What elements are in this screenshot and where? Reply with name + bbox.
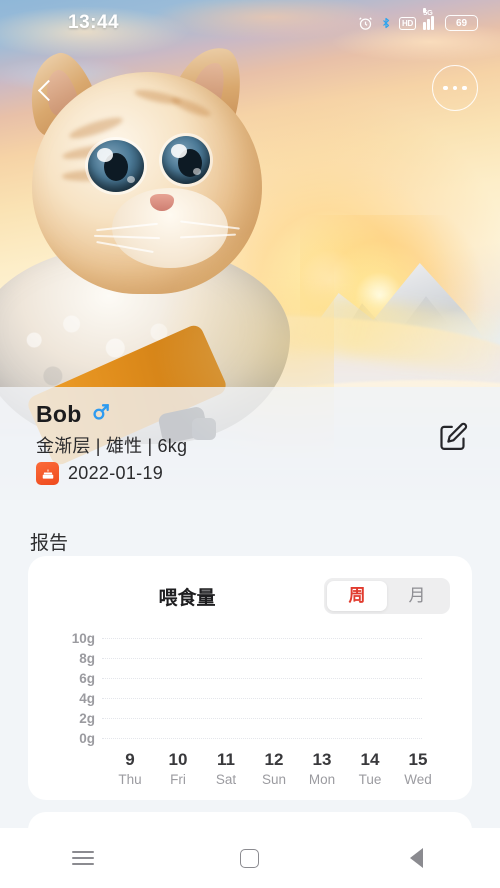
hd-voice-icon: HD	[398, 16, 417, 30]
male-gender-icon	[91, 402, 111, 427]
bluetooth-icon	[380, 15, 392, 31]
recents-button[interactable]	[53, 836, 113, 880]
report-section-title: 报告	[30, 533, 69, 554]
pet-meta: 金渐层 | 雄性 | 6kg	[36, 436, 188, 456]
pet-name: Bob	[36, 401, 82, 427]
dot-icon	[443, 85, 448, 91]
x-tick-weekday: Tue	[358, 772, 382, 787]
cat-eye-right	[162, 136, 210, 184]
gridline	[102, 738, 422, 739]
gridline	[102, 718, 422, 719]
gridline	[102, 678, 422, 679]
y-axis-label: 0g	[79, 731, 95, 746]
back-icon	[410, 848, 424, 868]
dot-icon	[452, 85, 458, 91]
y-axis-label: 10g	[71, 631, 95, 646]
x-axis-tick[interactable]: 11 Sat	[202, 750, 250, 787]
x-axis-tick[interactable]: 15 Wed	[394, 750, 442, 787]
chevron-left-icon	[37, 79, 60, 101]
x-tick-date: 11	[217, 750, 235, 769]
home-icon	[240, 848, 260, 868]
battery-icon: 69	[445, 15, 478, 31]
x-tick-date: 9	[125, 750, 135, 769]
x-tick-weekday: Sun	[261, 772, 287, 787]
dot-icon	[462, 85, 467, 91]
x-tick-weekday: Thu	[118, 772, 142, 787]
pet-name-row: Bob	[36, 401, 478, 428]
back-button[interactable]	[24, 68, 68, 112]
alarm-icon	[358, 16, 373, 31]
feeding-amount-chart: 10g 8g 6g 4g 2g 0g 9 Thu 10 Fri 11 Sat 1…	[28, 630, 472, 787]
edit-pencil-icon	[436, 420, 469, 458]
x-axis-tick[interactable]: 14 Tue	[346, 750, 394, 787]
x-tick-date: 15	[408, 750, 428, 769]
cat-eye-left	[88, 140, 144, 192]
pet-birthday-date: 2022-01-19	[68, 463, 164, 483]
phone-screen: 13:44 HD 5G 69 Bob 金渐层 | 雄性 | 6kg 2022-0…	[0, 0, 500, 888]
x-axis-tick[interactable]: 10 Fri	[154, 750, 202, 787]
x-tick-weekday: Sat	[215, 772, 237, 787]
card-header: 喂食量 周 月	[28, 556, 472, 614]
y-axis-label: 2g	[79, 711, 95, 726]
range-option-month[interactable]: 月	[387, 581, 447, 611]
status-time: 13:44	[68, 12, 120, 33]
feeding-amount-card: 喂食量 周 月 10g 8g 6g 4g 2g 0g 9 Thu 10 Fri …	[28, 556, 472, 800]
pet-birthday-row: 2022-01-19	[36, 462, 478, 485]
top-navigation	[0, 62, 500, 118]
x-tick-weekday: Wed	[404, 772, 432, 787]
range-toggle: 周 月	[323, 578, 450, 614]
birthday-cake-icon	[36, 462, 59, 485]
x-axis-tick[interactable]: 9 Thu	[106, 750, 154, 787]
y-axis-label: 6g	[79, 671, 95, 686]
x-tick-date: 14	[360, 750, 380, 769]
gridline	[102, 638, 422, 639]
gridline	[102, 658, 422, 659]
home-button[interactable]	[220, 836, 280, 880]
y-axis-label: 8g	[79, 651, 95, 666]
x-tick-date: 10	[168, 750, 188, 769]
pet-info-panel: Bob 金渐层 | 雄性 | 6kg 2022-01-19	[0, 387, 500, 500]
signal-icon: 5G	[423, 8, 438, 30]
x-tick-date: 12	[264, 750, 284, 769]
x-tick-date: 13	[312, 750, 332, 769]
system-navigation-bar	[0, 828, 500, 888]
x-axis: 9 Thu 10 Fri 11 Sat 12 Sun 13 Mon 14 Tue…	[106, 750, 472, 787]
edit-pet-button[interactable]	[430, 417, 474, 461]
y-axis-label: 4g	[79, 691, 95, 706]
range-option-week[interactable]: 周	[326, 581, 387, 611]
back-button-system[interactable]	[387, 836, 447, 880]
x-axis-tick[interactable]: 13 Mon	[298, 750, 346, 787]
x-tick-weekday: Fri	[170, 772, 186, 787]
x-axis-tick[interactable]: 12 Sun	[250, 750, 298, 787]
x-tick-weekday: Mon	[308, 772, 336, 787]
network-type-label: 5G	[423, 8, 433, 17]
more-options-button[interactable]	[432, 65, 478, 111]
card-title: 喂食量	[158, 587, 216, 609]
recents-icon	[72, 846, 95, 869]
gridline	[102, 698, 422, 699]
status-bar: 13:44 HD 5G 69	[0, 0, 500, 46]
